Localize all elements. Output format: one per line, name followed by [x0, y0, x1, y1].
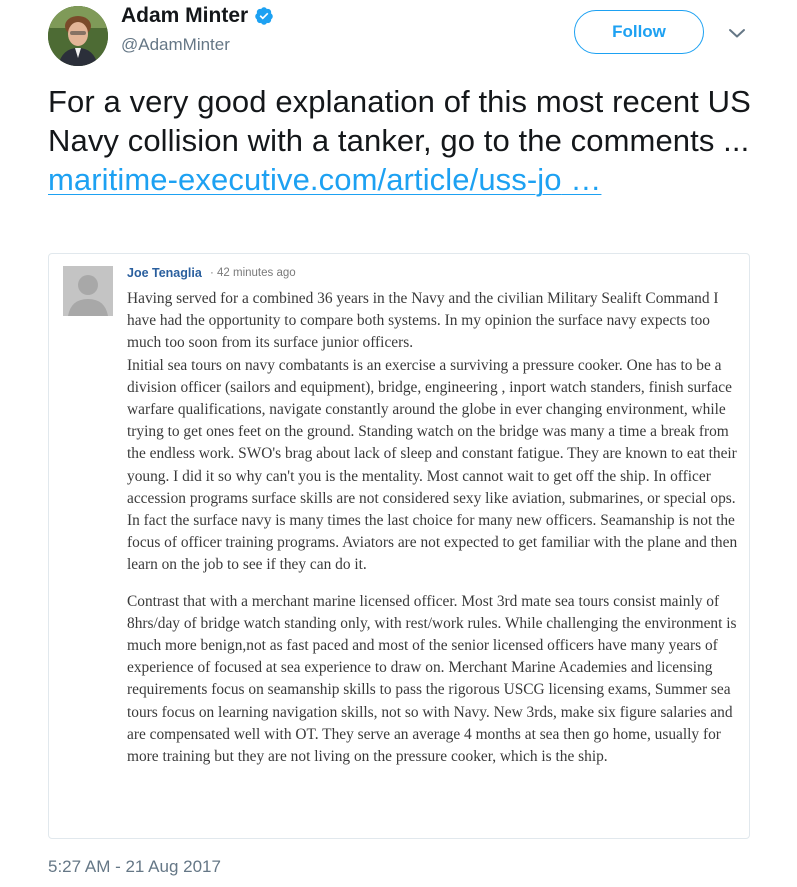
tweet-text-body: For a very good explanation of this most…: [48, 84, 751, 158]
tweet-link[interactable]: maritime-executive.com/article/uss-jo …: [48, 162, 601, 197]
user-name-text[interactable]: Adam Minter: [121, 3, 248, 29]
verified-badge-icon: [254, 6, 274, 26]
more-options-button[interactable]: [724, 20, 750, 46]
avatar[interactable]: [48, 6, 108, 66]
tweet-timestamp[interactable]: 5:27 AM - 21 Aug 2017: [48, 857, 221, 877]
tweet-header: Adam Minter @AdamMinter Follow: [0, 0, 797, 70]
comment-paragraph: Contrast that with a merchant marine lic…: [127, 592, 737, 766]
tweet-text: For a very good explanation of this most…: [48, 82, 768, 199]
comment-author: Joe Tenaglia: [127, 266, 202, 280]
avatar-photo-icon: [48, 6, 108, 66]
follow-button[interactable]: Follow: [574, 10, 704, 54]
user-handle[interactable]: @AdamMinter: [121, 35, 230, 55]
comment-avatar: [63, 266, 113, 316]
comment-time: · 42 minutes ago: [210, 267, 296, 279]
media-card[interactable]: Joe Tenaglia · 42 minutes ago Having ser…: [48, 253, 750, 839]
comment-body: Having served for a combined 36 years in…: [127, 288, 739, 768]
tweet-link-ellipsis[interactable]: …: [562, 162, 602, 197]
comment-paragraph: Initial sea tours on navy combatants is …: [127, 356, 738, 574]
default-user-icon: [63, 266, 113, 316]
user-name[interactable]: Adam Minter: [121, 3, 274, 29]
comment-paragraph: Having served for a combined 36 years in…: [127, 290, 719, 352]
tweet-link-text[interactable]: maritime-executive.com/article/uss-jo: [48, 162, 562, 197]
chevron-down-icon: [729, 29, 745, 38]
